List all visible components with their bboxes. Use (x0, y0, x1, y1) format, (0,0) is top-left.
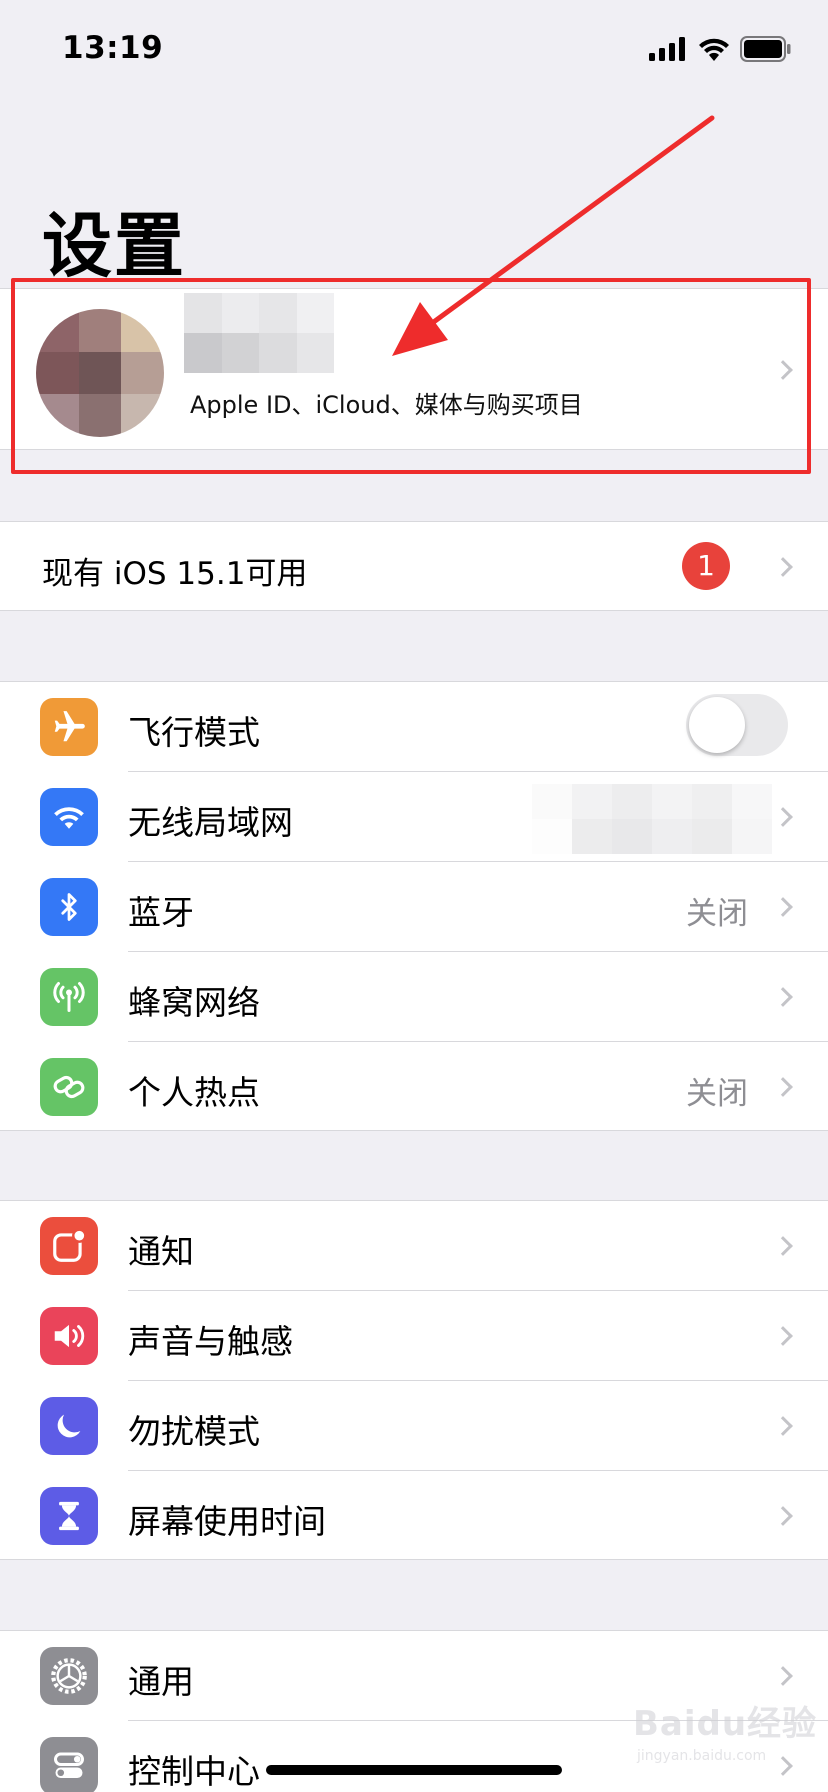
home-indicator[interactable] (266, 1765, 562, 1775)
row-label: 蜂窝网络 (128, 983, 260, 1022)
annotation-highlight-box (11, 278, 811, 474)
gear-icon (40, 1647, 98, 1705)
chevron-right-icon (773, 557, 793, 577)
chevron-right-icon (773, 1506, 793, 1526)
row-label: 通知 (128, 1232, 194, 1271)
hotspot-icon (40, 1058, 98, 1116)
watermark-logo: Baidu经验 (633, 1704, 818, 1744)
signal-icon (649, 37, 685, 61)
status-bar: 13:19 (0, 0, 828, 100)
bluetooth-icon (40, 878, 98, 936)
notifications-group: 通知 声音与触感 勿扰模式 屏幕使用时间 (0, 1200, 828, 1560)
control-center-icon (40, 1737, 98, 1792)
row-screen-time[interactable]: 屏幕使用时间 (0, 1471, 828, 1561)
hourglass-icon (40, 1487, 98, 1545)
airplane-icon (40, 698, 98, 756)
status-icons (648, 36, 792, 62)
row-value: 关闭 (686, 896, 748, 932)
notifications-icon (40, 1217, 98, 1275)
airplane-mode-toggle[interactable] (686, 694, 788, 756)
row-label: 勿扰模式 (128, 1412, 260, 1451)
row-sounds[interactable]: 声音与触感 (0, 1291, 828, 1381)
chevron-right-icon (773, 1236, 793, 1256)
row-airplane-mode[interactable]: 飞行模式 (0, 682, 828, 772)
wifi-icon (40, 788, 98, 846)
row-label: 声音与触感 (128, 1322, 293, 1361)
chevron-right-icon (773, 807, 793, 827)
row-do-not-disturb[interactable]: 勿扰模式 (0, 1381, 828, 1471)
moon-icon (40, 1397, 98, 1455)
chevron-right-icon (773, 1666, 793, 1686)
row-label: 通用 (128, 1662, 194, 1701)
battery-icon (740, 36, 791, 62)
row-wifi[interactable]: 无线局域网 (0, 772, 828, 862)
chevron-right-icon (773, 897, 793, 917)
chevron-right-icon (773, 987, 793, 1007)
connectivity-group: 飞行模式 无线局域网 蓝牙 关闭 蜂窝网络 个人热点 关闭 (0, 681, 828, 1131)
chevron-right-icon (773, 1326, 793, 1346)
row-label: 蓝牙 (128, 893, 194, 932)
row-label: 控制中心 (128, 1752, 260, 1791)
row-label: 飞行模式 (128, 713, 260, 752)
wifi-status-icon (699, 38, 729, 61)
ios-update-label: 现有 iOS 15.1可用 (42, 556, 308, 592)
wifi-network-redacted (532, 784, 772, 854)
ios-update-row[interactable]: 现有 iOS 15.1可用 1 (0, 521, 828, 611)
sound-icon (40, 1307, 98, 1365)
page-title: 设置 (42, 205, 186, 287)
row-label: 个人热点 (128, 1073, 260, 1112)
row-hotspot[interactable]: 个人热点 关闭 (0, 1042, 828, 1132)
row-cellular[interactable]: 蜂窝网络 (0, 952, 828, 1042)
status-time: 13:19 (62, 30, 164, 66)
baidu-watermark: Baidu经验 jingyan.baidu.com (633, 1690, 818, 1780)
row-notifications[interactable]: 通知 (0, 1201, 828, 1291)
row-label: 无线局域网 (128, 803, 293, 842)
chevron-right-icon (773, 1416, 793, 1436)
cellular-icon (40, 968, 98, 1026)
row-bluetooth[interactable]: 蓝牙 关闭 (0, 862, 828, 952)
watermark-url: jingyan.baidu.com (637, 1748, 767, 1764)
row-value: 关闭 (686, 1076, 748, 1112)
chevron-right-icon (773, 1077, 793, 1097)
update-badge: 1 (682, 542, 730, 590)
row-label: 屏幕使用时间 (128, 1502, 326, 1541)
